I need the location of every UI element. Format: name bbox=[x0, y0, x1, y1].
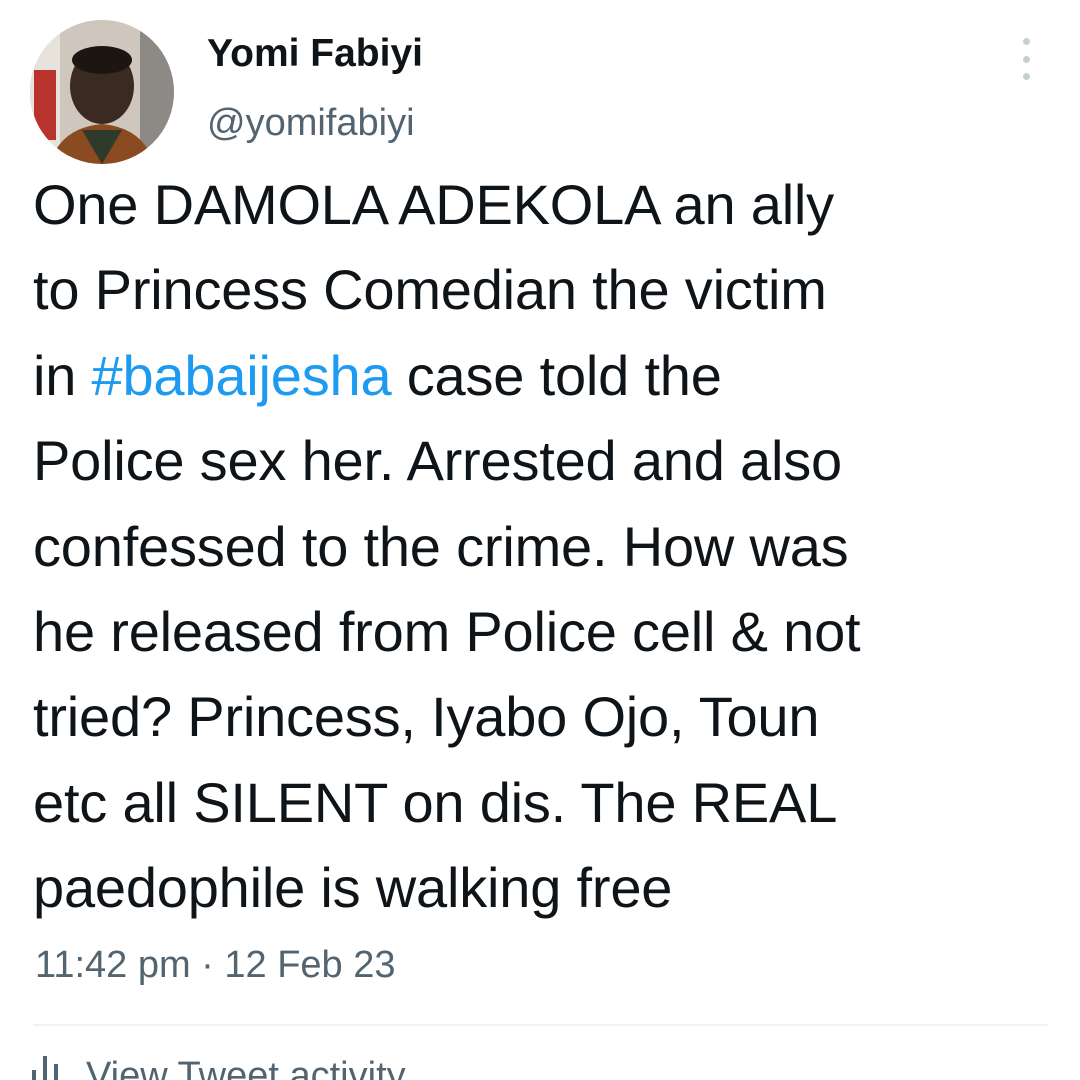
tweet-line: etc all SILENT on dis. The REAL bbox=[33, 770, 838, 834]
tweet-line: Police sex her. Arrested and also bbox=[33, 429, 842, 493]
tweet-line-suffix: case told the bbox=[391, 343, 722, 407]
more-vertical-icon-dot bbox=[1022, 55, 1030, 63]
tweet-card: Yomi Fabiyi @yomifabiyi One DAMOLA ADEKO… bbox=[0, 0, 1080, 1080]
more-vertical-icon bbox=[1022, 38, 1030, 45]
view-tweet-activity-label: View Tweet activity bbox=[86, 1055, 406, 1080]
profile-photo bbox=[30, 20, 174, 164]
tweet-line: paedophile is walking free bbox=[33, 856, 673, 920]
tweet-line: to Princess Comedian the victim bbox=[33, 258, 827, 322]
tweet-line: confessed to the crime. How was bbox=[33, 514, 849, 578]
more-options-button[interactable] bbox=[1006, 38, 1046, 80]
hashtag-link[interactable]: #babaijesha bbox=[92, 344, 392, 407]
tweet-line: One DAMOLA ADEKOLA an ally bbox=[33, 173, 834, 236]
more-vertical-icon-dot bbox=[1022, 73, 1030, 80]
tweet-text: One DAMOLA ADEKOLA an ally to Princess C… bbox=[33, 162, 1053, 931]
divider bbox=[33, 1024, 1048, 1026]
avatar[interactable] bbox=[30, 20, 174, 164]
view-tweet-activity-button[interactable]: View Tweet activity bbox=[30, 1052, 406, 1080]
tweet-line: in #babaijesha case told the bbox=[33, 333, 1053, 418]
tweet-timestamp[interactable]: 11:42 pm · 12 Feb 23 bbox=[35, 940, 396, 990]
author-display-name[interactable]: Yomi Fabiyi bbox=[207, 30, 423, 78]
tweet-line-prefix: in bbox=[33, 343, 92, 407]
bar-chart-icon bbox=[30, 1052, 60, 1080]
tweet-line: he released from Police cell & not bbox=[33, 600, 861, 664]
author-handle[interactable]: @yomifabiyi bbox=[207, 100, 415, 146]
tweet-line: tried? Princess, Iyabo Ojo, Toun bbox=[33, 685, 820, 749]
